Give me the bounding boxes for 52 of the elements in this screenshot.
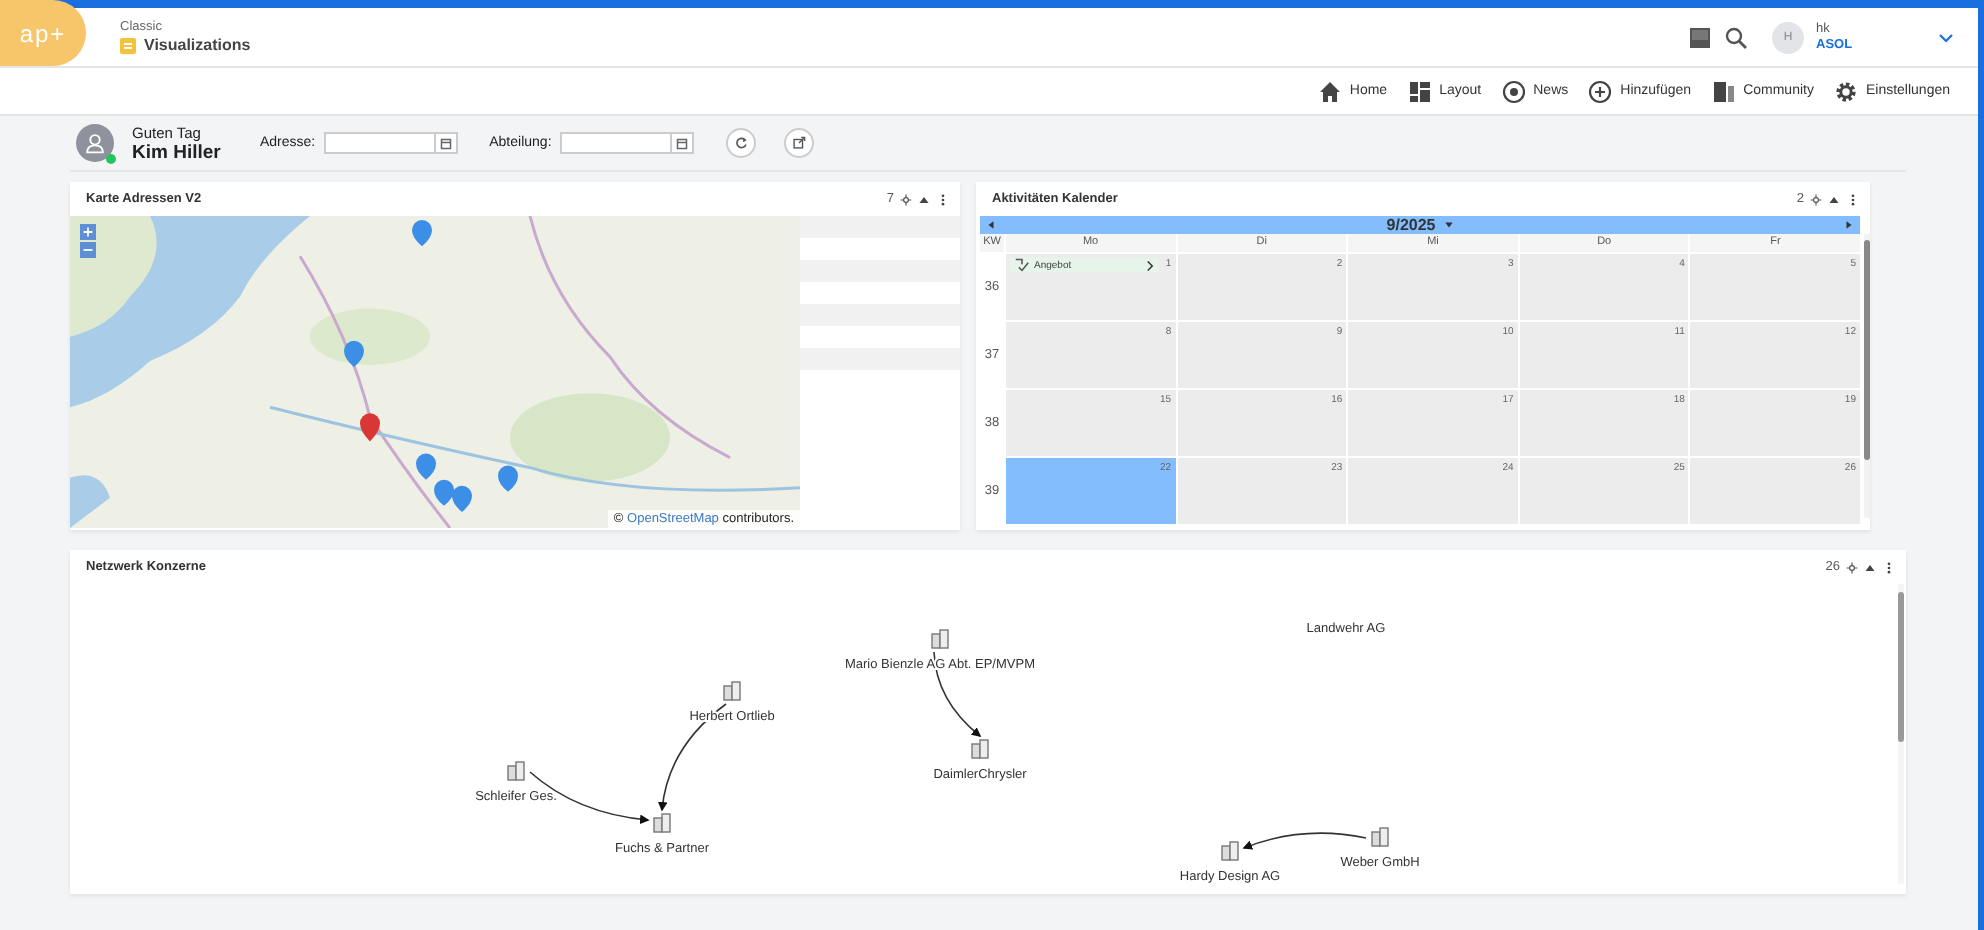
calendar-icon <box>439 137 452 149</box>
input-field[interactable] <box>323 132 436 154</box>
connector-arrow <box>529 771 650 824</box>
activity-icon <box>1014 258 1030 272</box>
scrollbar[interactable] <box>1864 234 1870 518</box>
tablet-icon[interactable] <box>1688 25 1712 49</box>
move-icon[interactable] <box>1846 561 1858 573</box>
chevron-right-icon <box>1146 259 1154 271</box>
logo: ap+ <box>0 0 86 66</box>
add-icon <box>1588 79 1613 103</box>
chevron-down-icon[interactable] <box>1938 31 1954 43</box>
building-icon[interactable] <box>1221 841 1239 861</box>
more-icon[interactable] <box>1850 193 1856 205</box>
collapse-icon[interactable] <box>918 193 930 205</box>
calendar-button[interactable] <box>435 132 458 154</box>
export-button[interactable] <box>783 128 814 158</box>
next-icon[interactable] <box>1844 220 1854 230</box>
refresh-button[interactable] <box>725 128 756 158</box>
layout-icon <box>1407 79 1432 103</box>
calendar-button[interactable] <box>671 132 694 154</box>
building-icon <box>1711 79 1736 103</box>
collapse-icon[interactable] <box>1828 193 1840 205</box>
connector-arrow <box>1242 832 1367 850</box>
home-icon <box>1317 79 1342 103</box>
news-icon <box>1501 79 1526 103</box>
calendar-icon <box>675 137 688 149</box>
external-link-icon <box>791 136 806 150</box>
more-icon[interactable] <box>1886 561 1892 573</box>
move-icon[interactable] <box>1810 193 1822 205</box>
building-icon[interactable] <box>971 739 989 759</box>
refresh-icon <box>733 136 748 150</box>
user-full-name: Kim Hiller <box>132 141 223 163</box>
building-icon[interactable] <box>653 813 671 833</box>
settings-icon <box>1833 79 1858 103</box>
collapse-icon[interactable] <box>1864 561 1876 573</box>
zoom-out-icon[interactable] <box>80 242 96 258</box>
grid-icon <box>120 37 136 53</box>
person-icon <box>84 132 106 154</box>
scrollbar[interactable] <box>1898 584 1904 884</box>
input-field[interactable] <box>559 132 672 154</box>
page-title: Visualizations <box>144 36 251 54</box>
dropdown-icon[interactable] <box>1443 220 1454 230</box>
building-icon[interactable] <box>1371 827 1389 847</box>
building-icon[interactable] <box>723 681 741 701</box>
building-icon[interactable] <box>931 629 949 649</box>
search-icon[interactable] <box>1724 25 1748 49</box>
previous-icon[interactable] <box>986 220 996 230</box>
building-icon[interactable] <box>507 761 525 781</box>
more-icon[interactable] <box>940 193 946 205</box>
zoom-in-icon[interactable] <box>80 224 96 240</box>
month-label[interactable]: 9/2025 <box>1386 216 1436 234</box>
move-icon[interactable] <box>900 193 912 205</box>
